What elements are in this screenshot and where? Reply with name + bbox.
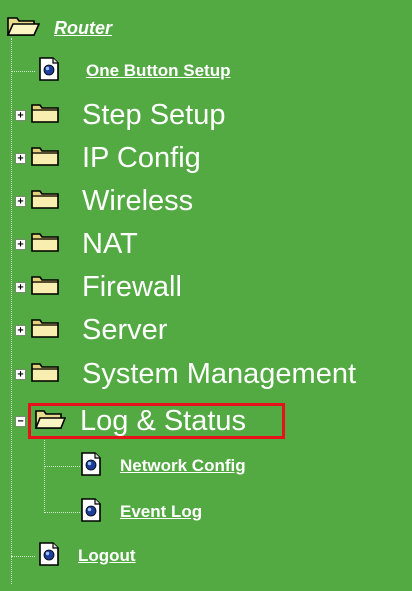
expand-toggle[interactable]: +: [15, 282, 26, 293]
collapse-toggle[interactable]: −: [15, 416, 26, 427]
folder-icon: [30, 145, 60, 172]
tree-item-log-status[interactable]: Log & Status: [34, 405, 246, 437]
page-icon: [80, 451, 102, 481]
tree-guide-line: [11, 71, 35, 72]
expand-toggle[interactable]: +: [15, 325, 26, 336]
folder-icon: [30, 102, 60, 129]
page-icon: [38, 541, 60, 571]
navigation-tree: Router One Button Setup + Step Setup + I…: [0, 0, 412, 591]
tree-guide-line: [44, 466, 80, 467]
tree-item-label[interactable]: IP Config: [82, 142, 201, 175]
tree-item-label[interactable]: System Management: [82, 358, 356, 391]
expand-toggle[interactable]: +: [15, 239, 26, 250]
tree-item-nat[interactable]: NAT: [30, 228, 138, 260]
tree-item-label[interactable]: Logout: [78, 546, 136, 566]
folder-open-icon: [34, 408, 67, 435]
tree-item-label[interactable]: Event Log: [120, 502, 202, 522]
page-icon: [80, 497, 102, 527]
expand-toggle[interactable]: +: [15, 110, 26, 121]
tree-item-system-management[interactable]: System Management: [30, 358, 356, 390]
folder-icon: [30, 361, 60, 388]
tree-item-event-log[interactable]: Event Log: [80, 496, 202, 528]
tree-item-one-button-setup[interactable]: One Button Setup: [38, 55, 230, 87]
tree-item-label[interactable]: NAT: [82, 228, 138, 261]
page-icon: [38, 56, 60, 86]
expand-toggle[interactable]: +: [15, 369, 26, 380]
folder-icon: [30, 231, 60, 258]
tree-item-server[interactable]: Server: [30, 314, 167, 346]
tree-item-label[interactable]: Step Setup: [82, 99, 226, 132]
tree-item-network-config[interactable]: Network Config: [80, 450, 246, 482]
tree-guide-line: [11, 38, 12, 584]
tree-guide-line: [11, 556, 35, 557]
tree-root-label[interactable]: Router: [54, 18, 112, 39]
tree-guide-line: [44, 437, 45, 513]
tree-item-label[interactable]: Network Config: [120, 456, 246, 476]
expand-toggle[interactable]: +: [15, 153, 26, 164]
tree-item-ip-config[interactable]: IP Config: [30, 142, 201, 174]
tree-item-wireless[interactable]: Wireless: [30, 185, 193, 217]
folder-icon: [30, 188, 60, 215]
tree-item-label[interactable]: Wireless: [82, 185, 193, 218]
tree-guide-line: [44, 512, 80, 513]
tree-item-step-setup[interactable]: Step Setup: [30, 99, 226, 131]
tree-item-label[interactable]: Server: [82, 314, 167, 347]
folder-icon: [30, 274, 60, 301]
tree-item-firewall[interactable]: Firewall: [30, 271, 182, 303]
tree-root-router[interactable]: Router: [6, 12, 112, 44]
tree-item-label[interactable]: Log & Status: [80, 405, 246, 438]
tree-item-logout[interactable]: Logout: [38, 540, 136, 572]
folder-open-icon: [6, 14, 41, 43]
expand-toggle[interactable]: +: [15, 196, 26, 207]
folder-icon: [30, 317, 60, 344]
tree-item-label[interactable]: One Button Setup: [86, 61, 230, 81]
tree-item-label[interactable]: Firewall: [82, 271, 182, 304]
